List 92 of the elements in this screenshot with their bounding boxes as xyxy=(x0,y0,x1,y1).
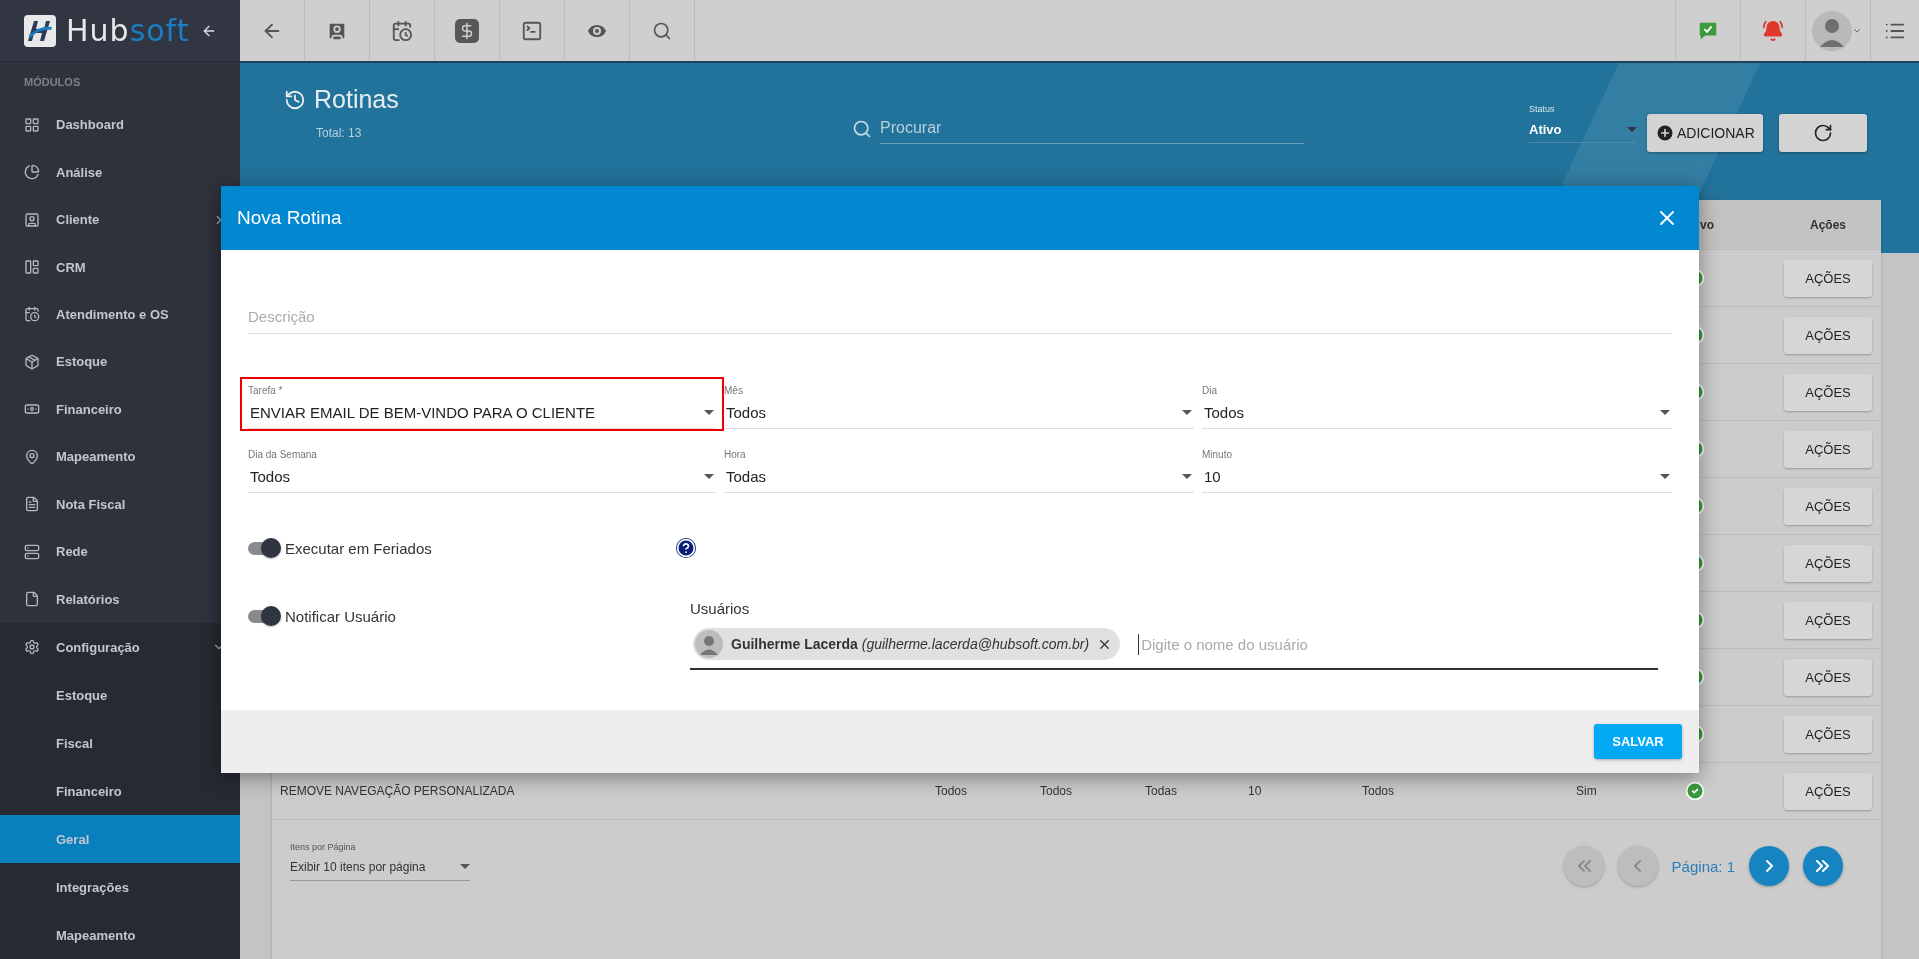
toggle-label: Executar em Feriados xyxy=(285,539,432,557)
actions-button[interactable]: AÇÕES xyxy=(1784,772,1872,810)
select-field[interactable]: Todos xyxy=(724,396,1194,429)
sidebar-item[interactable]: Estoque xyxy=(0,338,240,386)
sidebar-item[interactable]: Integrações xyxy=(0,863,240,912)
column-header: Ações xyxy=(1809,217,1847,232)
history-icon xyxy=(284,88,306,111)
search-field[interactable]: Procurar xyxy=(880,113,1304,144)
table-cell-text: 10 xyxy=(1248,784,1263,798)
server-icon xyxy=(24,543,40,560)
sidebar-item[interactable]: Atendimento e OS xyxy=(0,290,240,339)
field-label: Dia da Semana xyxy=(248,449,318,460)
sidebar-item[interactable]: Mapeamento xyxy=(0,911,240,959)
actions-button[interactable]: AÇÕES xyxy=(1784,658,1872,696)
sidebar-item[interactable]: Nota Fiscal xyxy=(0,480,240,529)
select-field[interactable]: 10 xyxy=(1202,460,1672,493)
actions-button[interactable]: AÇÕES xyxy=(1784,430,1872,468)
field-label: Dia xyxy=(1202,385,1218,396)
field-label: Usuários xyxy=(690,600,751,617)
table-cell-text: Todos xyxy=(1040,784,1074,798)
field-label: Tarefa * xyxy=(248,385,284,396)
terminal-icon xyxy=(521,19,543,42)
sidebar-item[interactable]: Financeiro xyxy=(0,385,240,434)
avatar-icon xyxy=(695,630,723,658)
logo-text: Hubsoft xyxy=(66,13,190,49)
file-icon xyxy=(24,591,40,608)
add-button[interactable]: ADICIONAR xyxy=(1647,114,1763,152)
sidebar-item[interactable]: Relatórios xyxy=(0,575,240,624)
total-count: Total: 13 xyxy=(316,126,363,140)
box-icon xyxy=(24,353,40,370)
map-pin-icon xyxy=(24,448,40,465)
sidebar-item[interactable]: CRM xyxy=(0,243,240,291)
page-title: Rotinas xyxy=(314,85,399,114)
next-page-button[interactable] xyxy=(1749,846,1789,886)
sidebar-item[interactable]: Configuração xyxy=(0,623,240,672)
items-per-page-select[interactable]: Exibir 10 itens por página xyxy=(290,851,470,881)
bell-icon xyxy=(1762,19,1784,42)
select-field[interactable]: ENVIAR EMAIL DE BEM-VINDO PARA O CLIENTE xyxy=(248,396,716,429)
contact-card-icon xyxy=(24,211,40,228)
sidebar-item[interactable]: Rede xyxy=(0,528,240,576)
sidebar-item[interactable]: Dashboard xyxy=(0,100,240,149)
status-select[interactable]: Ativo xyxy=(1529,114,1637,143)
settings-icon xyxy=(24,639,40,656)
pie-chart-icon xyxy=(24,164,40,181)
toggle-switch[interactable] xyxy=(248,541,278,555)
document-icon xyxy=(24,496,40,513)
actions-button[interactable]: AÇÕES xyxy=(1784,544,1872,582)
page-number: Página: 1 xyxy=(1671,857,1735,875)
status-label: Status xyxy=(1529,104,1556,114)
actions-button[interactable]: AÇÕES xyxy=(1784,373,1872,411)
search-icon xyxy=(652,20,672,41)
user-name: Guilherme Lacerda (guilherme.lacerda@hubsoft.com.br) xyxy=(731,636,1090,652)
chevron-icon xyxy=(1633,860,1643,872)
sidebar-item[interactable]: Financeiro xyxy=(0,767,240,816)
actions-button[interactable]: AÇÕES xyxy=(1784,259,1872,297)
actions-button[interactable]: AÇÕES xyxy=(1784,601,1872,639)
last-page-button[interactable] xyxy=(1803,846,1843,886)
sidebar-item[interactable]: Mapeamento xyxy=(0,433,240,481)
field-label: Hora xyxy=(724,449,747,460)
select-field[interactable]: Todos xyxy=(1202,396,1672,429)
search-icon xyxy=(852,118,872,139)
select-field[interactable]: Todas xyxy=(724,460,1194,493)
chevron-icon xyxy=(1764,860,1774,872)
actions-button[interactable]: AÇÕES xyxy=(1784,715,1872,753)
board-icon xyxy=(24,259,40,275)
chevron-icon xyxy=(1816,860,1830,872)
help-icon[interactable] xyxy=(676,538,696,558)
actions-button[interactable]: AÇÕES xyxy=(1784,487,1872,525)
grid-icon xyxy=(24,116,40,133)
refresh-icon xyxy=(1812,123,1833,143)
dollar-icon xyxy=(455,18,479,43)
logo-icon xyxy=(24,14,56,47)
toggle-label: Notificar Usuário xyxy=(285,608,396,625)
calendar-clock-icon xyxy=(24,306,40,323)
table-cell-text: Sim xyxy=(1576,784,1598,798)
sidebar-item[interactable]: Análise xyxy=(0,148,240,196)
table-cell-text: Todos xyxy=(1362,784,1396,798)
table-cell-text: Todos xyxy=(935,784,969,798)
items-per-page-label: Itens por Página xyxy=(290,841,357,852)
calendar-clock-icon xyxy=(391,19,413,42)
table-cell-text: REMOVE NAVEGAÇÃO PERSONALIZADA xyxy=(280,784,516,798)
column-header: vo xyxy=(1699,217,1715,232)
field-label: Mês xyxy=(724,385,744,396)
plus-icon xyxy=(1655,123,1675,143)
dialog-title: Nova Rotina xyxy=(237,207,342,229)
section-label: MÓDULOS xyxy=(23,74,82,90)
refresh-button[interactable] xyxy=(1778,114,1867,152)
table-cell-text: Todas xyxy=(1145,784,1179,798)
chevron-icon xyxy=(1576,860,1591,872)
actions-button[interactable]: AÇÕES xyxy=(1784,316,1872,354)
select-field[interactable]: Todos xyxy=(248,460,716,493)
field-label: Minuto xyxy=(1202,449,1233,460)
